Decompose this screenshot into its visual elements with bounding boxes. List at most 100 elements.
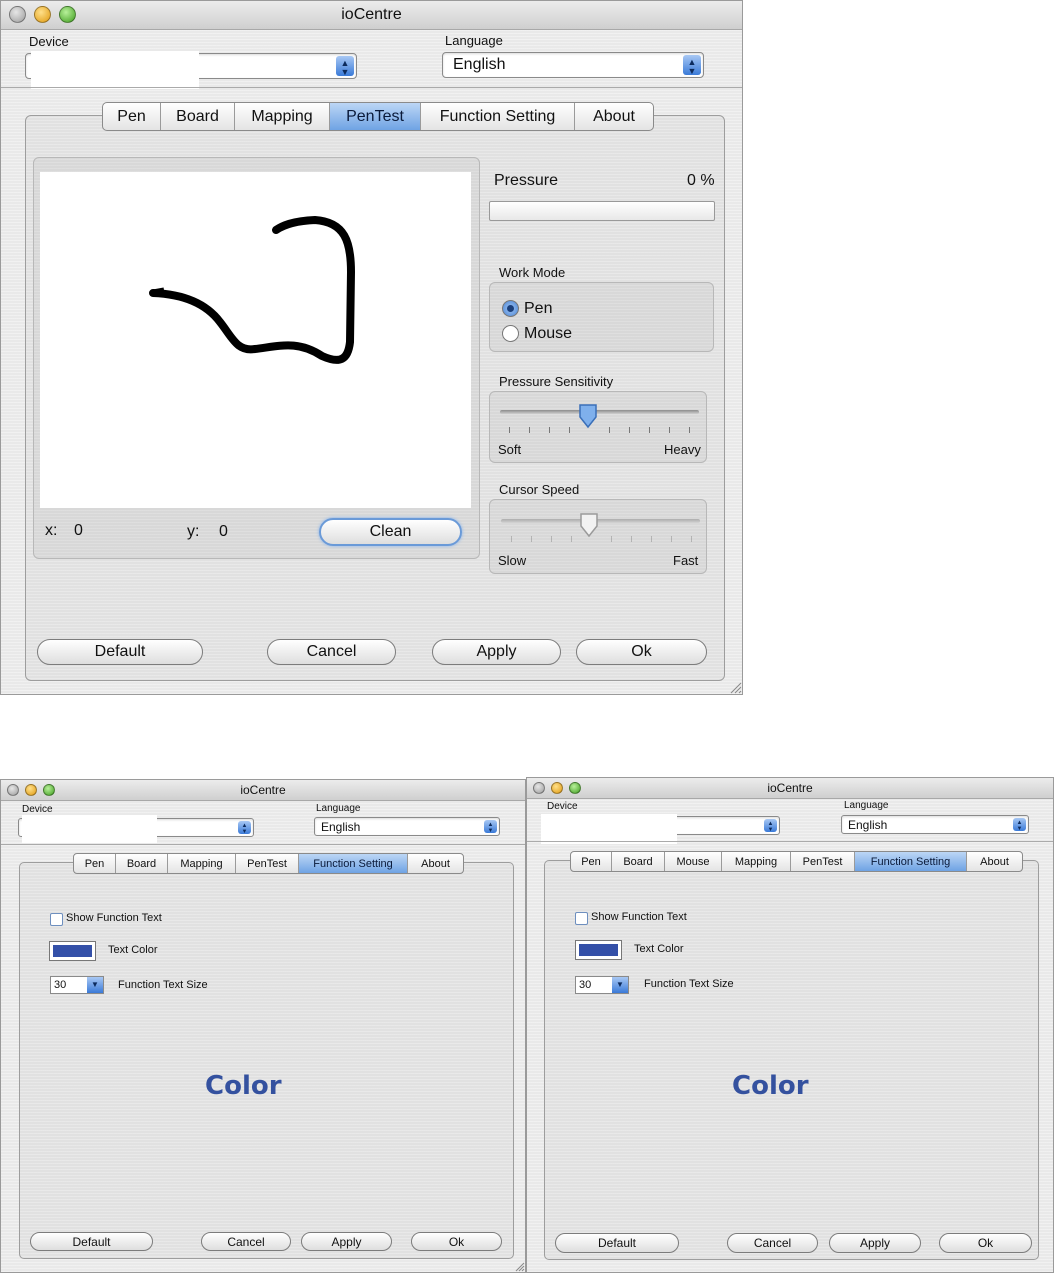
mouse-radio[interactable] [502,325,519,342]
function-text-size-label: Function Text Size [118,979,208,991]
function-text-size-label: Function Text Size [644,978,734,990]
bottom-left-window: ioCentre Device ▲ ▼ Language English ▲ ▼ P… [0,779,526,1273]
mouse-radio-label[interactable]: Mouse [524,325,572,343]
language-value: English [321,819,361,834]
device-name-redaction [31,51,199,89]
device-label: Device [22,804,53,815]
resize-grip-icon[interactable] [515,1262,525,1272]
work-mode-label: Work Mode [499,265,566,280]
slider-tick [689,427,690,433]
work-mode-group [489,282,714,352]
slider-tick [569,427,570,433]
apply-button[interactable]: Apply [432,639,561,665]
pressure-value: 0 % [687,172,715,189]
title-bar[interactable]: ioCentre [1,780,525,801]
pen-radio[interactable] [502,300,519,317]
cancel-button[interactable]: Cancel [267,639,396,665]
default-button[interactable]: Default [555,1233,679,1253]
ok-button[interactable]: Ok [576,639,707,665]
language-select[interactable]: English ▲ ▼ [314,817,500,836]
tab-pentest[interactable]: PenTest [330,103,421,130]
tab-about[interactable]: About [967,852,1022,871]
tab-pentest[interactable]: PenTest [236,854,299,873]
clean-button[interactable]: Clean [319,518,462,546]
tab-board[interactable]: Board [612,852,665,871]
show-function-text-label[interactable]: Show Function Text [591,911,687,923]
show-function-text-checkbox[interactable] [575,912,588,925]
language-select[interactable]: English ▲ ▼ [841,815,1029,834]
cursor-speed-thumb[interactable] [579,512,599,538]
language-label: Language [316,803,361,814]
show-function-text-label[interactable]: Show Function Text [66,912,162,924]
pressure-sensitivity-thumb[interactable] [578,403,598,429]
text-color-label: Text Color [108,944,158,956]
tab-mouse[interactable]: Mouse [665,852,722,871]
slider-tick [631,536,632,542]
function-text-size-combo[interactable]: 30 ▼ [575,976,629,994]
tab-board[interactable]: Board [116,854,168,873]
default-button[interactable]: Default [37,639,203,665]
slider-tick [629,427,630,433]
tab-mapping[interactable]: Mapping [722,852,791,871]
apply-button[interactable]: Apply [829,1233,921,1253]
slider-tick [511,536,512,542]
function-text-size-combo[interactable]: 30 ▼ [50,976,104,994]
slider-tick [549,427,550,433]
show-function-text-checkbox[interactable] [50,913,63,926]
pressure-bar [489,201,715,221]
text-size-value: 30 [579,979,592,991]
heavy-label: Heavy [664,442,701,457]
tab-pentest[interactable]: PenTest [791,852,855,871]
cursor-speed-label: Cursor Speed [499,482,580,497]
resize-grip-icon[interactable] [730,682,742,694]
pen-stroke [149,216,355,364]
tab-function-setting[interactable]: Function Setting [421,103,575,130]
tab-bar: Pen Board Mapping PenTest Function Setti… [73,853,464,874]
tab-pen[interactable]: Pen [74,854,116,873]
tab-mapping[interactable]: Mapping [168,854,236,873]
tab-mapping[interactable]: Mapping [235,103,330,130]
slider-tick [691,536,692,542]
pressure-label: Pressure [494,172,559,189]
text-color-swatch[interactable] [49,941,96,961]
device-name-redaction [541,814,677,844]
header-divider [527,841,1053,842]
x-value: 0 [74,522,83,539]
tab-pen[interactable]: Pen [571,852,612,871]
device-name-redaction [22,815,157,843]
dropdown-arrow-icon: ▼ [612,977,628,993]
updown-arrows-icon: ▲ ▼ [764,819,777,833]
window-title: ioCentre [767,781,813,795]
tab-board[interactable]: Board [161,103,235,130]
slow-label: Slow [498,553,527,568]
title-bar[interactable]: ioCentre [527,778,1053,799]
default-button[interactable]: Default [30,1232,153,1251]
tab-about[interactable]: About [575,103,653,130]
y-value: 0 [219,523,228,540]
text-color-fill [579,944,618,956]
slider-tick [509,427,510,433]
tab-function-setting[interactable]: Function Setting [299,854,408,873]
tab-about[interactable]: About [408,854,463,873]
title-bar[interactable]: ioCentre [1,1,742,30]
apply-button[interactable]: Apply [301,1232,392,1251]
ok-button[interactable]: Ok [411,1232,502,1251]
cancel-button[interactable]: Cancel [201,1232,291,1251]
tab-pen[interactable]: Pen [103,103,161,130]
soft-label: Soft [498,442,522,457]
language-value: English [848,817,888,832]
pressure-sensitivity-track [500,410,699,414]
text-color-swatch[interactable] [575,940,622,960]
pen-radio-label[interactable]: Pen [524,300,552,318]
slider-tick [571,536,572,542]
tab-bar: Pen Board Mapping PenTest Function Setti… [102,102,654,131]
cancel-button[interactable]: Cancel [727,1233,818,1253]
tab-bar: Pen Board Mouse Mapping PenTest Function… [570,851,1023,872]
color-caption: Color [205,1071,282,1101]
language-select[interactable]: English ▲ ▼ [442,52,704,78]
updown-arrows-icon: ▲ ▼ [238,821,251,835]
x-label: x: [45,522,58,539]
tab-function-setting[interactable]: Function Setting [855,852,967,871]
ok-button[interactable]: Ok [939,1233,1032,1253]
drawing-canvas[interactable] [40,172,471,508]
